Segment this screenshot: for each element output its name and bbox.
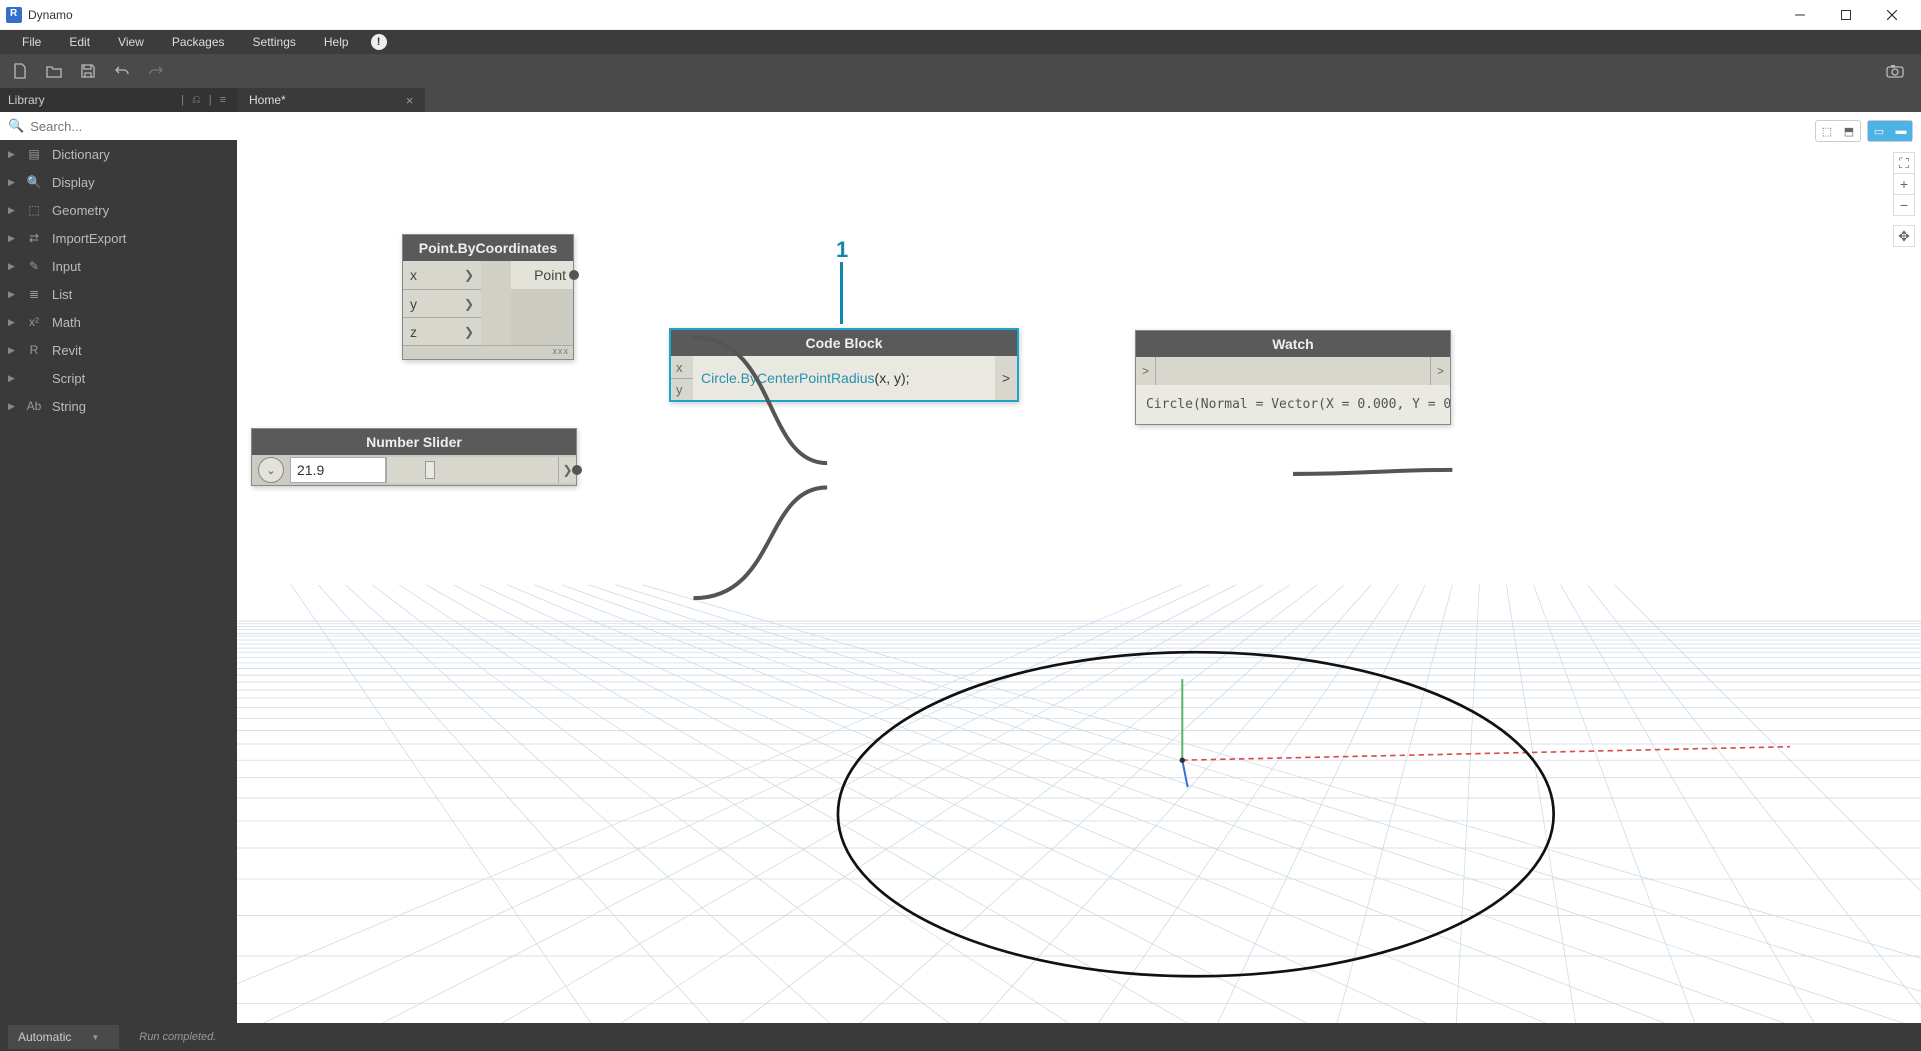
library-item-label: Dictionary xyxy=(52,147,110,162)
search-input[interactable] xyxy=(30,119,229,134)
redo-icon[interactable] xyxy=(144,59,168,83)
library-item-label: Math xyxy=(52,315,81,330)
open-file-icon[interactable] xyxy=(42,59,66,83)
annotation-1-line xyxy=(840,262,843,324)
tab-close-icon[interactable]: × xyxy=(406,93,414,108)
library-item-label: List xyxy=(52,287,72,302)
magnify-icon: 🔍 xyxy=(26,174,42,190)
chevron-right-icon: ▶ xyxy=(8,289,16,300)
library-item-label: String xyxy=(52,399,86,414)
library-item-label: ImportExport xyxy=(52,231,126,246)
status-bar: Automatic ▼ Run completed. xyxy=(0,1023,1921,1051)
save-icon[interactable] xyxy=(76,59,100,83)
fit-view-button[interactable]: ⛶ xyxy=(1893,152,1915,174)
app-title: Dynamo xyxy=(28,8,1777,22)
library-item-input[interactable]: ▶ ✎ Input xyxy=(0,252,237,280)
library-item-importexport[interactable]: ▶ ⇄ ImportExport xyxy=(0,224,237,252)
library-item-label: Geometry xyxy=(52,203,109,218)
chevron-right-icon: ▶ xyxy=(8,345,16,356)
library-sidebar: Library | ⎌ | ≡ 🔍 ▶▤Dictionary▶🔍Display▶… xyxy=(0,88,237,1023)
filter-icon-3[interactable]: | xyxy=(206,94,215,107)
chevron-right-icon: ▶ xyxy=(8,317,16,328)
annotation-1: 1 xyxy=(836,237,848,263)
library-item-label: Display xyxy=(52,175,95,190)
cube-icon: ⬚ xyxy=(26,202,42,218)
chevron-right-icon: ▶ xyxy=(8,401,16,412)
menu-packages[interactable]: Packages xyxy=(158,31,239,53)
view-graph-icon[interactable]: ⬒ xyxy=(1838,121,1860,141)
tab-home[interactable]: Home* × xyxy=(237,88,425,112)
library-item-display[interactable]: ▶ 🔍 Display xyxy=(0,168,237,196)
app-icon xyxy=(6,7,22,23)
menu-edit[interactable]: Edit xyxy=(55,31,104,53)
library-filter-icons: | ⎌ | ≡ xyxy=(178,94,229,107)
menu-view[interactable]: View xyxy=(104,31,158,53)
revit-icon: R xyxy=(26,342,42,358)
zoom-out-button[interactable]: − xyxy=(1893,194,1915,216)
undo-icon[interactable] xyxy=(110,59,134,83)
library-item-label: Input xyxy=(52,259,81,274)
menu-file[interactable]: File xyxy=(8,31,55,53)
tab-label: Home* xyxy=(249,93,286,107)
library-item-label: Script xyxy=(52,371,85,386)
search-box: 🔍 xyxy=(0,112,237,140)
pan-button[interactable]: ✥ xyxy=(1893,225,1915,247)
toolbar xyxy=(0,54,1921,88)
chevron-right-icon: ▶ xyxy=(8,233,16,244)
library-item-list[interactable]: ▶ ≣ List xyxy=(0,280,237,308)
title-bar: Dynamo xyxy=(0,0,1921,30)
view-combined-icon[interactable]: ▭ xyxy=(1868,121,1890,141)
zoom-in-button[interactable]: + xyxy=(1893,173,1915,195)
math-icon: x² xyxy=(26,314,42,330)
swap-icon: ⇄ xyxy=(26,230,42,246)
chevron-right-icon: ▶ xyxy=(8,149,16,160)
ab-icon: Ab xyxy=(26,398,42,414)
code-icon xyxy=(26,370,42,386)
maximize-button[interactable] xyxy=(1823,1,1869,29)
library-list: ▶ ▤ Dictionary ▶ 🔍 Display ▶ ⬚ Geometry ▶ ⇄ ImportE… xyxy=(0,140,237,1023)
chevron-right-icon: ▶ xyxy=(8,373,16,384)
chevron-down-icon: ▼ xyxy=(91,1033,99,1042)
library-item-dictionary[interactable]: ▶ ▤ Dictionary xyxy=(0,140,237,168)
canvas-area[interactable]: Home* × xyxy=(237,88,1921,1023)
library-item-script[interactable]: ▶ Script xyxy=(0,364,237,392)
menu-settings[interactable]: Settings xyxy=(239,31,310,53)
library-item-label: Revit xyxy=(52,343,82,358)
run-mode-dropdown[interactable]: Automatic ▼ xyxy=(8,1025,119,1049)
viewport-3d[interactable] xyxy=(237,112,1921,1023)
view-toggles: ⬚ ⬒ ▭ ▬ xyxy=(1815,120,1913,142)
chevron-right-icon: ▶ xyxy=(8,205,16,216)
view-split-icon[interactable]: ▬ xyxy=(1890,121,1912,141)
menu-help[interactable]: Help xyxy=(310,31,363,53)
filter-icon-1[interactable]: | xyxy=(178,94,187,107)
library-title: Library xyxy=(8,93,178,107)
pen-icon: ✎ xyxy=(26,258,42,274)
chevron-right-icon: ▶ xyxy=(8,261,16,272)
library-item-math[interactable]: ▶ x² Math xyxy=(0,308,237,336)
filter-icon-4[interactable]: ≡ xyxy=(217,94,229,107)
list-icon: ≣ xyxy=(26,286,42,302)
camera-icon[interactable] xyxy=(1883,59,1907,83)
new-file-icon[interactable] xyxy=(8,59,32,83)
view-3d-icon[interactable]: ⬚ xyxy=(1816,121,1838,141)
filter-icon-2[interactable]: ⎌ xyxy=(189,94,204,107)
menu-bar: File Edit View Packages Settings Help ! xyxy=(0,30,1921,54)
info-icon[interactable]: ! xyxy=(371,34,387,50)
close-button[interactable] xyxy=(1869,1,1915,29)
chevron-right-icon: ▶ xyxy=(8,177,16,188)
book-icon: ▤ xyxy=(26,146,42,162)
library-item-geometry[interactable]: ▶ ⬚ Geometry xyxy=(0,196,237,224)
library-item-revit[interactable]: ▶ R Revit xyxy=(0,336,237,364)
status-message: Run completed. xyxy=(139,1031,216,1043)
viewport-controls: ⛶ + − ✥ xyxy=(1893,152,1915,246)
minimize-button[interactable] xyxy=(1777,1,1823,29)
library-item-string[interactable]: ▶ Ab String xyxy=(0,392,237,420)
search-icon: 🔍 xyxy=(8,118,24,134)
tab-bar: Home* × xyxy=(237,88,1921,112)
